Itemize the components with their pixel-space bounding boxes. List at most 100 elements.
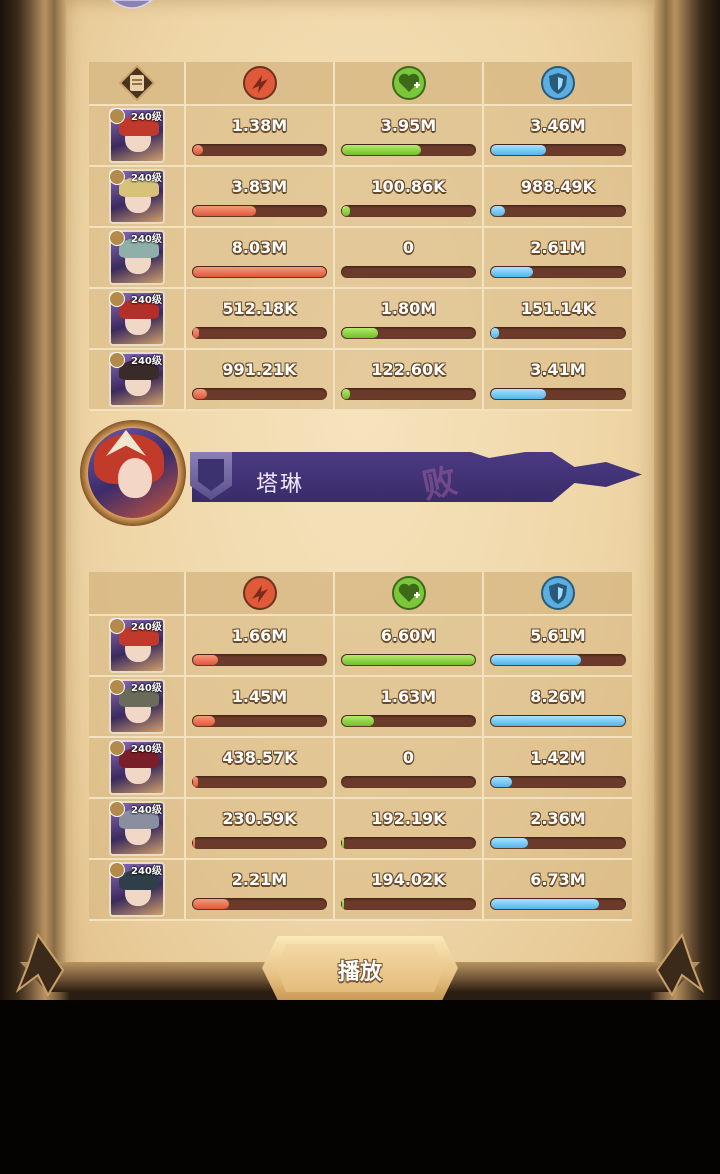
hero-row: 240级 1.38M 3.95M 3.46M [89, 106, 632, 167]
damage-bar [192, 144, 327, 156]
header-tanked [484, 572, 632, 616]
hero-row: 240级 512.18K 1.80M 151.14K [89, 289, 632, 350]
hero-cell: 240级 [89, 289, 186, 350]
damage-bar [192, 776, 327, 788]
hero-cell: 240级 [89, 677, 186, 738]
healing-cell: 6.60M [335, 616, 484, 677]
tanked-value: 151.14K [520, 299, 596, 318]
hero-cell: 240级 [89, 167, 186, 228]
tanked-bar [490, 654, 626, 666]
healing-value: 1.80M [380, 299, 437, 318]
hero-level: 240级 [131, 744, 162, 755]
healing-bar-fill [342, 389, 350, 399]
hero-level: 240级 [131, 683, 162, 694]
damage-value: 991.21K [222, 360, 297, 379]
healing-bar [341, 776, 476, 788]
player-avatar[interactable] [80, 420, 186, 526]
tanked-value: 988.49K [520, 177, 596, 196]
damage-value: 512.18K [222, 299, 297, 318]
faction-badge-icon [109, 108, 125, 124]
tanked-bar-fill [491, 716, 625, 726]
damage-value: 1.45M [231, 687, 288, 706]
tanked-bar [490, 776, 626, 788]
tanked-value: 5.61M [530, 626, 586, 645]
damage-icon [242, 66, 277, 100]
damage-value: 230.59K [222, 809, 297, 828]
healing-bar [341, 388, 476, 400]
damage-bar [192, 327, 327, 339]
hero-level: 240级 [131, 295, 162, 306]
tanked-bar-fill [491, 267, 533, 277]
header-healing [335, 62, 484, 106]
healing-bar [341, 837, 476, 849]
tanked-bar-fill [491, 777, 513, 787]
damage-value: 1.66M [231, 626, 288, 645]
faction-badge-icon [109, 352, 125, 368]
healing-cell: 192.19K [335, 799, 484, 860]
shield-icon [541, 66, 575, 100]
hero-row: 240级 1.66M 6.60M 5.61M [89, 616, 632, 677]
hero-level: 240级 [131, 805, 162, 816]
tanked-bar [490, 327, 626, 339]
enemy-stats-table: 240级 1.38M 3.95M 3.46M 240级 3.83M 100.86K 988.4… [89, 62, 632, 411]
hero-cell: 240级 [89, 106, 186, 167]
tanked-bar [490, 205, 626, 217]
corner-ornament-right-icon [655, 932, 705, 998]
healing-bar-fill [342, 145, 421, 155]
damage-bar-fill [193, 206, 256, 216]
tanked-cell: 1.42M [484, 738, 632, 799]
hero-row: 240级 8.03M 0 2.61M [89, 228, 632, 289]
healing-value: 100.86K [371, 177, 446, 196]
tanked-bar [490, 388, 626, 400]
faction-badge-icon [109, 679, 125, 695]
damage-value: 2.21M [231, 870, 288, 889]
damage-bar-fill [193, 267, 326, 277]
damage-bar [192, 837, 327, 849]
tanked-bar-fill [491, 328, 499, 338]
hero-level: 240级 [131, 112, 162, 123]
damage-cell: 1.45M [186, 677, 335, 738]
tanked-cell: 6.73M [484, 860, 632, 921]
tanked-bar-fill [491, 206, 506, 216]
tanked-cell: 5.61M [484, 616, 632, 677]
faction-badge-icon [109, 862, 125, 878]
healing-bar [341, 715, 476, 727]
faction-badge-icon [109, 169, 125, 185]
tanked-cell: 8.26M [484, 677, 632, 738]
header-damage [186, 62, 335, 106]
faction-badge-icon [109, 618, 125, 634]
tanked-bar-fill [491, 145, 547, 155]
damage-bar [192, 205, 327, 217]
healing-cell: 100.86K [335, 167, 484, 228]
tanked-value: 6.73M [530, 870, 586, 889]
play-button[interactable] [262, 936, 458, 1000]
healing-value: 1.63M [380, 687, 437, 706]
tanked-value: 3.46M [530, 116, 586, 135]
hero-cell: 240级 [89, 228, 186, 289]
tanked-bar [490, 837, 626, 849]
hero-level: 240级 [131, 866, 162, 877]
damage-bar-fill [193, 145, 204, 155]
healing-bar [341, 327, 476, 339]
hero-row: 240级 438.57K 0 1.42M [89, 738, 632, 799]
tanked-bar [490, 898, 626, 910]
tanked-bar-fill [491, 838, 529, 848]
damage-cell: 3.83M [186, 167, 335, 228]
healing-bar [341, 205, 476, 217]
table-header [89, 62, 632, 106]
header-healing [335, 572, 484, 616]
healing-cell: 0 [335, 738, 484, 799]
damage-bar [192, 654, 327, 666]
healing-value: 192.19K [371, 809, 446, 828]
hero-level: 240级 [131, 234, 162, 245]
hero-row: 240级 230.59K 192.19K 2.36M [89, 799, 632, 860]
tanked-value: 8.26M [530, 687, 586, 706]
damage-cell: 8.03M [186, 228, 335, 289]
healing-bar-fill [342, 328, 378, 338]
healing-icon [391, 576, 426, 610]
healing-bar-fill [342, 716, 374, 726]
result-banner: 败 塔琳 [80, 420, 650, 530]
damage-cell: 230.59K [186, 799, 335, 860]
paper-edge-right [654, 0, 666, 985]
healing-cell: 194.02K [335, 860, 484, 921]
